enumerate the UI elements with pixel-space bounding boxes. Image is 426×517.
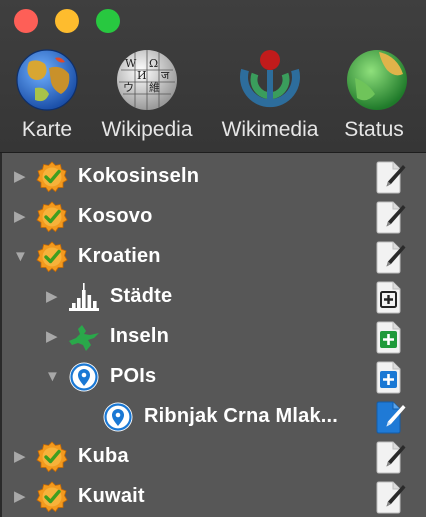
svg-text:И: И (137, 69, 147, 82)
tree-row-label: POIs (110, 365, 157, 387)
verified-badge-icon (36, 441, 68, 473)
tree-row-kokosinseln[interactable]: ▶ Kokosinseln (2, 157, 426, 197)
zoom-window-button[interactable] (96, 9, 120, 33)
disclosure-right-icon[interactable]: ▶ (46, 329, 58, 345)
edit-document-icon[interactable] (374, 160, 406, 194)
tree-row-label: Kokosinseln (78, 165, 200, 187)
tree-row-label: Inseln (110, 325, 169, 347)
verified-badge-icon (36, 481, 68, 513)
toolbar-item-status[interactable]: Status (334, 48, 414, 142)
minimize-window-button[interactable] (55, 9, 79, 33)
add-document-icon[interactable] (374, 280, 406, 314)
disclosure-down-icon[interactable]: ▼ (13, 249, 28, 265)
verified-badge-icon (36, 201, 68, 233)
tree-row-label: Kuwait (78, 485, 145, 507)
globe-map-icon (16, 49, 78, 111)
location-pin-icon (102, 401, 134, 433)
outline-view[interactable]: ▶ Kokosinseln ▶ Kosovo ▼ Kroatien ▶ Städ… (0, 153, 426, 517)
tree-row-label: Ribnjak Crna Mlak... (144, 405, 339, 427)
toolbar-label-wikipedia: Wikipedia (101, 118, 193, 141)
edit-document-blue-icon[interactable] (374, 400, 406, 434)
disclosure-down-icon[interactable]: ▼ (45, 369, 60, 385)
tree-row-label: Kuba (78, 445, 129, 467)
disclosure-right-icon[interactable]: ▶ (14, 169, 26, 185)
city-skyline-icon (68, 281, 100, 313)
disclosure-right-icon[interactable]: ▶ (14, 209, 26, 225)
wikipedia-globe-icon: W Ω И ज ウ 維 (117, 50, 177, 110)
tree-row-kosovo[interactable]: ▶ Kosovo (2, 197, 426, 237)
wikimedia-logo-icon (240, 50, 300, 108)
svg-text:W: W (125, 57, 137, 70)
tree-row-label: Städte (110, 285, 173, 307)
tree-row-ribnjak[interactable]: Ribnjak Crna Mlak... (2, 397, 426, 437)
add-document-green-icon[interactable] (374, 320, 406, 354)
disclosure-right-icon[interactable]: ▶ (46, 289, 58, 305)
svg-text:ज: ज (161, 69, 170, 82)
tree-row-pois[interactable]: ▼ POIs (2, 357, 426, 397)
toolbar-label-wikimedia: Wikimedia (221, 118, 319, 141)
edit-document-icon[interactable] (374, 480, 406, 514)
toolbar-label-status: Status (344, 118, 404, 141)
location-pin-icon (68, 361, 100, 393)
svg-text:維: 維 (149, 81, 160, 94)
window-titlebar: Karte W Ω И ज ウ 維 Wikipedia Wikimedia St… (0, 0, 426, 153)
toolbar-item-wikipedia[interactable]: W Ω И ज ウ 維 Wikipedia (94, 48, 200, 142)
tree-row-label: Kosovo (78, 205, 153, 227)
svg-text:Ω: Ω (149, 57, 158, 70)
tree-row-kuba[interactable]: ▶ Kuba (2, 437, 426, 477)
tree-row-label: Kroatien (78, 245, 161, 267)
toolbar-item-wikimedia[interactable]: Wikimedia (213, 48, 327, 142)
close-window-button[interactable] (14, 9, 38, 33)
add-document-blue-icon[interactable] (374, 360, 406, 394)
tree-row-inseln[interactable]: ▶ Inseln (2, 317, 426, 357)
island-icon (68, 321, 100, 353)
disclosure-right-icon[interactable]: ▶ (14, 449, 26, 465)
tree-row-kuwait[interactable]: ▶ Kuwait (2, 477, 426, 517)
verified-badge-icon (36, 161, 68, 193)
edit-document-icon[interactable] (374, 240, 406, 274)
tree-row-staedte[interactable]: ▶ Städte (2, 277, 426, 317)
status-globe-icon (347, 50, 407, 110)
svg-text:ウ: ウ (123, 81, 134, 94)
edit-document-icon[interactable] (374, 200, 406, 234)
verified-badge-icon (36, 241, 68, 273)
disclosure-right-icon[interactable]: ▶ (14, 489, 26, 505)
edit-document-icon[interactable] (374, 440, 406, 474)
tree-row-kroatien[interactable]: ▼ Kroatien (2, 237, 426, 277)
toolbar-label-karte: Karte (21, 118, 73, 141)
toolbar-item-karte[interactable]: Karte (10, 48, 84, 142)
